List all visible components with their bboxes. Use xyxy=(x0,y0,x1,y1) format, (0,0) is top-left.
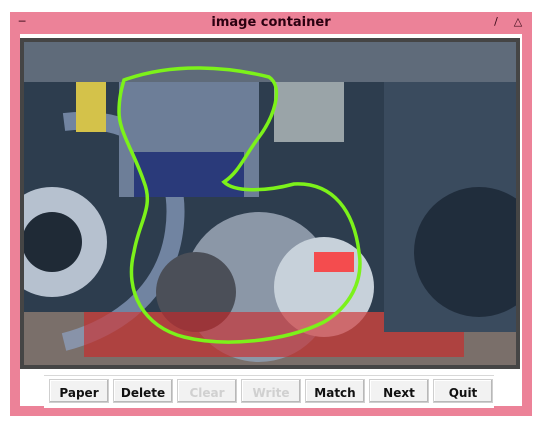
minimize-icon[interactable]: / xyxy=(488,14,504,30)
button-bar: Paper Delete Clear Write Match Next Quit xyxy=(44,375,494,408)
window-title: image container xyxy=(211,15,331,30)
match-button[interactable]: Match xyxy=(305,379,365,403)
paper-button[interactable]: Paper xyxy=(49,379,109,403)
maximize-icon[interactable]: △ xyxy=(510,14,526,30)
motorcycle-engine-image xyxy=(24,42,516,365)
window-border-right[interactable] xyxy=(522,34,532,414)
quit-button[interactable]: Quit xyxy=(433,379,493,403)
application-window: ─ image container / △ Paper Delete Clear… xyxy=(0,0,542,427)
next-button[interactable]: Next xyxy=(369,379,429,403)
title-bar[interactable]: ─ image container / △ xyxy=(10,12,532,34)
clear-button[interactable]: Clear xyxy=(177,379,237,403)
write-button[interactable]: Write xyxy=(241,379,301,403)
delete-button[interactable]: Delete xyxy=(113,379,173,403)
image-panel xyxy=(20,38,520,369)
window-border-left[interactable] xyxy=(10,34,20,414)
